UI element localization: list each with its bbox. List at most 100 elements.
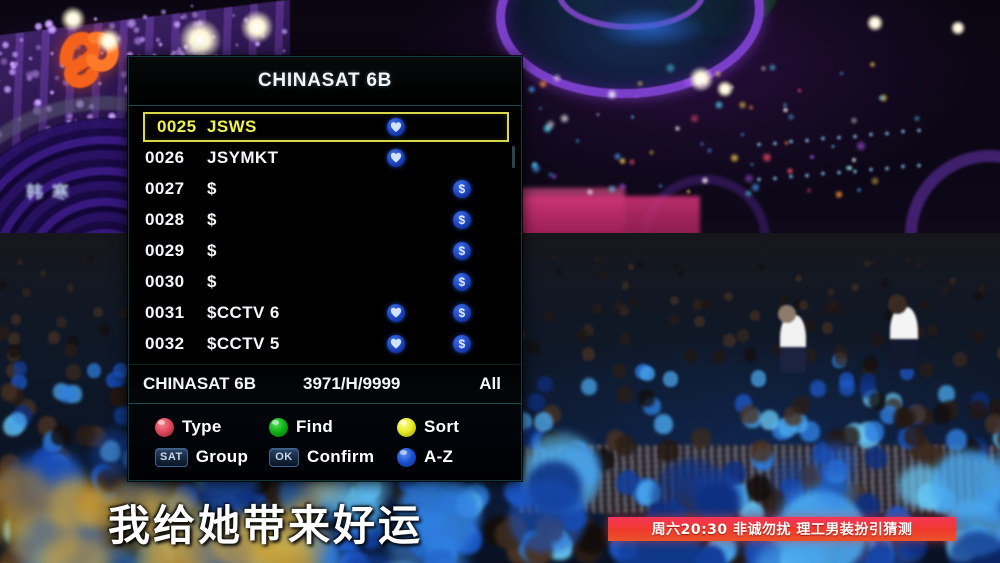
- channel-list[interactable]: 0025 JSWS 0026 JSYMKT 0027 $ $0028 $ $0029 $ $0030…: [129, 106, 521, 364]
- led-dot: [281, 48, 287, 53]
- stage-light-point: [808, 153, 816, 160]
- status-satellite: CHINASAT 6B: [143, 374, 257, 393]
- stage-light-point: [737, 100, 748, 110]
- led-strip-point: [884, 165, 890, 171]
- audience-head: [869, 391, 887, 410]
- heart-icon: [387, 148, 405, 167]
- audience-head: [985, 413, 1000, 434]
- stage-light-point: [849, 116, 859, 125]
- dollar-glyph: $: [458, 305, 466, 320]
- ceiling-spotlight: [240, 10, 274, 44]
- legend-type-label: Type: [182, 417, 222, 436]
- promo-ticker-text: 周六20:30 非诚勿扰 理工男装扮引猜测: [651, 522, 913, 538]
- led-dot: [24, 70, 35, 80]
- legend-sort[interactable]: Sort: [397, 417, 459, 437]
- stage-light-point: [595, 112, 601, 117]
- stage-light-point: [739, 131, 745, 137]
- dollar-icon: $: [453, 210, 471, 229]
- ceiling-spotlight: [950, 20, 966, 36]
- legend-az[interactable]: A-Z: [397, 447, 453, 467]
- audience-head: [669, 314, 680, 325]
- audience-head: [948, 277, 957, 285]
- dollar-glyph: $: [458, 243, 466, 258]
- led-strip-point: [836, 135, 842, 140]
- stage-light-point: [834, 189, 845, 200]
- tv-screen: 韩 寒 我给她带来好运 周六20:30 非诚勿扰 理工男装扮引猜测 CHINAS…: [0, 0, 1000, 563]
- legend-group[interactable]: SAT Group: [155, 447, 269, 467]
- stage-light-point: [657, 183, 663, 189]
- stage-light-point: [607, 184, 617, 195]
- audience-head: [750, 370, 767, 387]
- audience-head: [838, 371, 855, 389]
- dollar-glyph: $: [458, 336, 466, 351]
- stage-light-point: [681, 77, 692, 88]
- audience-head: [66, 283, 75, 292]
- audience-head: [640, 365, 656, 382]
- dollar-glyph: $: [458, 212, 466, 227]
- audience-head: [881, 279, 889, 288]
- channel-name: $: [207, 271, 217, 291]
- channel-row[interactable]: 0030 $ $: [129, 266, 521, 297]
- channel-row[interactable]: 0028 $ $: [129, 204, 521, 235]
- channel-row[interactable]: 0032 $CCTV 5 $: [129, 328, 521, 359]
- audience-head: [969, 400, 988, 420]
- led-dot: [133, 36, 143, 46]
- legend-type[interactable]: Type: [155, 417, 269, 437]
- legend-group-label: Group: [195, 447, 249, 466]
- channel-name: $: [207, 178, 217, 198]
- audience-head: [110, 388, 128, 406]
- stage-light-point: [527, 85, 536, 94]
- status-transponder: 3971/H/9999: [303, 374, 401, 393]
- audience-head: [98, 323, 111, 336]
- stage-light-point: [647, 148, 655, 156]
- channel-name: $CCTV 6: [207, 302, 280, 322]
- dollar-glyph: $: [458, 181, 466, 196]
- stage-light-point: [838, 70, 844, 76]
- stage-light-point: [729, 153, 740, 164]
- audience-head: [59, 385, 76, 403]
- led-dot: [49, 51, 55, 56]
- stage-light-point: [850, 157, 857, 164]
- audience-head: [723, 334, 736, 347]
- led-strip-point: [836, 170, 842, 175]
- led-dot: [2, 84, 12, 94]
- channel-row[interactable]: 0026 JSYMKT: [129, 142, 521, 173]
- audience-head: [794, 274, 802, 283]
- audience-head: [914, 260, 921, 267]
- button-legend: Type Find Sort SAT Group OK Confirm A-Z: [129, 404, 521, 478]
- audience-head: [743, 347, 758, 362]
- audience-head: [779, 293, 788, 303]
- legend-find[interactable]: Find: [269, 417, 397, 437]
- audience-head: [747, 474, 772, 501]
- stage-light-point: [606, 88, 618, 101]
- audience-head: [860, 372, 877, 389]
- stage-light-point: [761, 151, 773, 164]
- stage-light-point: [529, 162, 542, 175]
- led-strip-point: [772, 140, 778, 146]
- channel-row[interactable]: 0025 JSWS: [143, 112, 509, 142]
- status-filter[interactable]: All: [479, 374, 521, 394]
- audience-head: [758, 263, 765, 271]
- standing-person-2-head: [888, 295, 907, 314]
- channel-row[interactable]: 0031 $CCTV 6 $: [129, 297, 521, 328]
- channel-row[interactable]: 0029 $ $: [129, 235, 521, 266]
- channel-list-panel: CHINASAT 6B 0025 JSWS 0026 JSYMKT 0027 $ $0028…: [128, 56, 522, 481]
- audience-head: [637, 389, 655, 408]
- audience-head: [711, 349, 726, 364]
- audience-head: [864, 421, 885, 443]
- heart-glyph: [391, 307, 402, 318]
- legend-confirm[interactable]: OK Confirm: [269, 447, 397, 467]
- blue-button-icon: [397, 447, 416, 467]
- channel-number: 0027: [145, 178, 185, 198]
- stage-light-point: [855, 187, 862, 194]
- heart-glyph: [391, 122, 402, 133]
- led-strip-point: [804, 137, 810, 143]
- led-strip-point: [916, 163, 922, 168]
- audience-head: [972, 330, 984, 343]
- audience-head: [750, 439, 772, 463]
- channel-row[interactable]: 0027 $ $: [129, 173, 521, 204]
- stage-light-point: [728, 83, 735, 90]
- channel-number: 0031: [145, 302, 185, 322]
- stage-light-point: [743, 173, 755, 185]
- stage-light-point: [749, 162, 754, 167]
